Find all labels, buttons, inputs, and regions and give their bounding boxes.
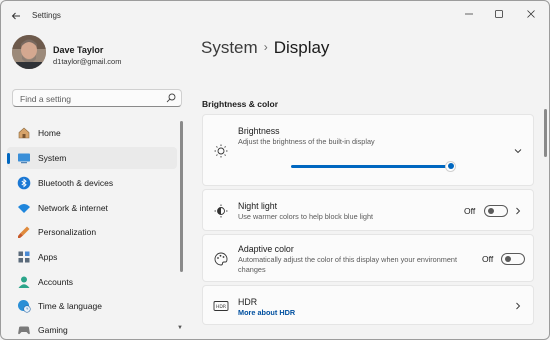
sidebar-item-gaming[interactable]: Gaming bbox=[7, 319, 177, 339]
hdr-more-link[interactable]: More about HDR bbox=[238, 308, 295, 317]
sidebar-item-label: System bbox=[38, 153, 67, 163]
sidebar-item-network[interactable]: Network & internet bbox=[7, 197, 177, 219]
night-light-icon bbox=[214, 204, 228, 218]
sidebar-item-label: Home bbox=[38, 128, 61, 138]
wifi-icon bbox=[18, 204, 30, 213]
sidebar-item-home[interactable]: Home bbox=[7, 122, 177, 144]
user-email: d1taylor@gmail.com bbox=[53, 57, 122, 66]
night-light-subtitle: Use warmer colors to help block blue lig… bbox=[238, 212, 374, 221]
adaptive-color-state: Off bbox=[482, 254, 494, 264]
night-light-toggle[interactable] bbox=[484, 205, 508, 217]
palette-icon bbox=[214, 252, 228, 266]
section-title: Brightness & color bbox=[202, 99, 279, 109]
sidebar-item-label: Apps bbox=[38, 252, 58, 262]
back-arrow-icon bbox=[11, 12, 20, 20]
minimize-icon bbox=[465, 13, 473, 15]
toggle-knob bbox=[505, 256, 511, 262]
brightness-slider-thumb[interactable] bbox=[445, 160, 456, 172]
adaptive-color-title: Adaptive color bbox=[238, 244, 294, 254]
maximize-icon bbox=[495, 10, 503, 18]
sidebar-item-personalization[interactable]: Personalization bbox=[7, 221, 177, 243]
app-title: Settings bbox=[32, 11, 61, 20]
sidebar-item-apps[interactable]: Apps bbox=[7, 246, 177, 268]
selection-indicator bbox=[7, 153, 10, 164]
sidebar-item-label: Gaming bbox=[38, 325, 68, 335]
home-icon bbox=[18, 127, 30, 139]
brightness-subtitle: Adjust the brightness of the built-in di… bbox=[238, 137, 375, 146]
breadcrumb-separator: › bbox=[263, 40, 268, 54]
close-icon bbox=[527, 10, 535, 18]
user-name: Dave Taylor bbox=[53, 45, 104, 55]
brush-icon bbox=[18, 226, 30, 238]
sidebar-item-label: Time & language bbox=[38, 301, 102, 311]
page-title: Display bbox=[273, 38, 330, 57]
system-display-icon bbox=[18, 153, 30, 164]
title-bar: Settings bbox=[1, 1, 549, 31]
hdr-icon: HDR bbox=[213, 301, 229, 311]
hdr-badge-text: HDR bbox=[216, 304, 226, 310]
settings-window: Settings Dave Taylor d1taylor@gmail.com … bbox=[0, 0, 550, 340]
sidebar-scroll-down-icon[interactable]: ▼ bbox=[177, 325, 183, 331]
game-controller-icon bbox=[18, 326, 30, 335]
minimize-button[interactable] bbox=[457, 4, 481, 24]
sidebar-item-label: Network & internet bbox=[38, 203, 108, 213]
avatar-photo-icon bbox=[12, 35, 46, 69]
sidebar-scrollbar[interactable] bbox=[180, 121, 183, 272]
hdr-title: HDR bbox=[238, 297, 258, 307]
breadcrumb-parent[interactable]: System bbox=[201, 38, 258, 57]
search-icon[interactable] bbox=[166, 93, 176, 103]
breadcrumb: System › Display bbox=[201, 38, 329, 58]
chevron-right-icon[interactable] bbox=[513, 301, 523, 311]
night-light-card[interactable]: Night light Use warmer colors to help bl… bbox=[202, 189, 534, 231]
adaptive-color-toggle[interactable] bbox=[501, 253, 525, 265]
account-icon bbox=[18, 276, 30, 288]
sidebar-item-time-language[interactable]: Time & language bbox=[7, 295, 177, 317]
night-light-state: Off bbox=[464, 206, 476, 216]
adaptive-color-card[interactable]: Adaptive color Automatically adjust the … bbox=[202, 234, 534, 282]
brightness-card[interactable]: Brightness Adjust the brightness of the … bbox=[202, 114, 534, 186]
chevron-down-icon[interactable] bbox=[513, 146, 523, 156]
adaptive-color-subtitle: Automatically adjust the color of this d… bbox=[238, 255, 458, 274]
globe-clock-icon bbox=[18, 300, 31, 313]
sidebar-item-bluetooth[interactable]: Bluetooth & devices bbox=[7, 172, 177, 194]
sidebar-item-accounts[interactable]: Accounts bbox=[7, 271, 177, 293]
night-light-title: Night light bbox=[238, 201, 278, 211]
sidebar-item-label: Bluetooth & devices bbox=[38, 178, 114, 188]
brightness-sun-icon bbox=[214, 144, 228, 158]
sidebar-item-system[interactable]: System bbox=[7, 147, 177, 169]
maximize-button[interactable] bbox=[487, 4, 511, 24]
sidebar-item-label: Accounts bbox=[38, 277, 73, 287]
chevron-right-icon[interactable] bbox=[513, 206, 523, 216]
apps-icon bbox=[18, 251, 30, 263]
avatar[interactable] bbox=[12, 35, 46, 69]
close-button[interactable] bbox=[519, 4, 543, 24]
back-button[interactable] bbox=[7, 7, 25, 25]
brightness-slider-track[interactable] bbox=[291, 165, 451, 168]
sidebar-item-label: Personalization bbox=[38, 227, 97, 237]
brightness-title: Brightness bbox=[238, 126, 280, 136]
toggle-knob bbox=[488, 208, 494, 214]
hdr-card[interactable]: HDR HDR More about HDR bbox=[202, 285, 534, 325]
bluetooth-icon bbox=[17, 176, 31, 190]
search-input[interactable]: Find a setting bbox=[12, 89, 182, 107]
main-scrollbar[interactable] bbox=[544, 109, 547, 157]
search-placeholder: Find a setting bbox=[20, 94, 72, 104]
